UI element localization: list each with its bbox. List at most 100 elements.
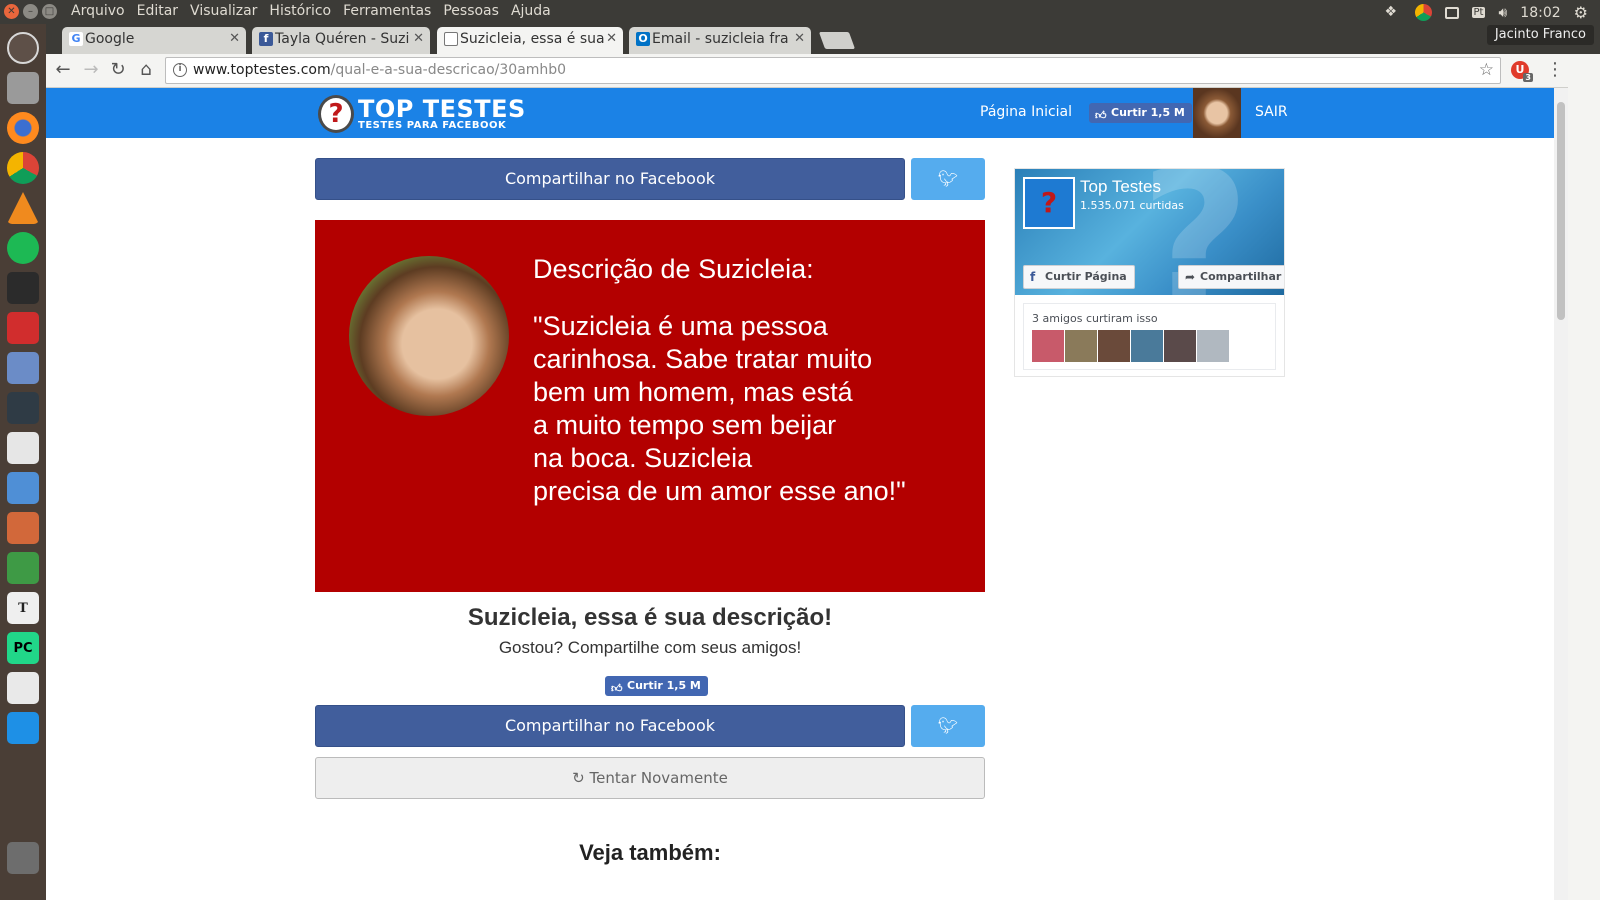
gear-icon[interactable]: ⚙ [1574,3,1588,22]
spotify-icon[interactable] [7,232,39,264]
site-header: ? TOP TESTES TESTES PARA FACEBOOK Página… [46,88,1554,138]
page-scrollbar[interactable] [1554,88,1568,900]
tab-active-result[interactable]: Suzicleia, essa é sua ✕ [437,27,623,54]
tab-email[interactable]: O Email - suzicleia fra ✕ [629,27,811,54]
fb-page-cover[interactable]: ? ? Top Testes 1.535.071 curtidas f Curt… [1015,169,1284,295]
menu-pessoas[interactable]: Pessoas [443,3,499,19]
forward-icon[interactable]: → [79,59,103,80]
text-editor-icon[interactable] [7,432,39,464]
friend-avatar[interactable] [1164,330,1196,362]
friend-avatar[interactable] [1065,330,1097,362]
menu-historico[interactable]: Histórico [269,3,331,19]
profile-button[interactable]: Jacinto Franco [1486,25,1594,45]
outlook-icon: O [636,32,650,46]
friend-avatar[interactable] [1131,330,1163,362]
window-close-icon[interactable]: ✕ [4,4,19,19]
keyboard-layout-indicator[interactable]: Pt [1471,7,1486,18]
window-minimize-icon[interactable]: – [23,4,38,19]
close-icon[interactable]: ✕ [229,27,240,51]
back-icon[interactable]: ← [51,59,75,80]
close-icon[interactable]: ✕ [606,27,617,51]
twitter-icon: 🐦︎ [937,716,959,735]
friend-avatar[interactable] [1032,330,1064,362]
new-tab-button[interactable] [818,32,856,49]
volume-icon[interactable]: 🔊︎ [1498,5,1507,21]
fb-page-name[interactable]: Top Testes [1080,177,1161,197]
close-icon[interactable]: ✕ [413,27,424,51]
fb-like-page-button[interactable]: f Curtir Página [1023,265,1135,289]
scrollbar-thumb[interactable] [1557,102,1565,320]
chrome-icon[interactable] [7,152,39,184]
browser-tab-strip: G Google ✕ f Tayla Quéren - Suzi ✕ Suzic… [46,24,1600,54]
profile-photo [349,256,509,416]
window-maximize-icon[interactable]: □ [42,4,57,19]
share-twitter-button[interactable]: 🐦︎ [911,158,985,200]
page-icon [444,32,458,46]
clock[interactable]: 18:02 [1520,5,1560,21]
tab-title: Suzicleia, essa é sua [460,31,605,47]
share-twitter-button-bottom[interactable]: 🐦︎ [911,705,985,747]
window-controls: ✕ – □ [4,4,57,19]
texmaker-icon[interactable]: T [7,592,39,624]
user-avatar[interactable] [1193,88,1241,138]
fb-page-avatar[interactable]: ? [1023,177,1075,229]
firefox-icon[interactable] [7,112,39,144]
menu-visualizar[interactable]: Visualizar [190,3,257,19]
tab-google[interactable]: G Google ✕ [62,27,246,54]
retry-label: Tentar Novamente [589,769,728,787]
retry-button[interactable]: ↻ Tentar Novamente [315,757,985,799]
share-facebook-button[interactable]: Compartilhar no Facebook [315,158,905,200]
site-logo[interactable]: ? TOP TESTES TESTES PARA FACEBOOK [318,93,526,135]
url-host: www.toptestes.com [193,62,331,78]
menu-ferramentas[interactable]: Ferramentas [343,3,431,19]
menu-editar[interactable]: Editar [137,3,178,19]
facebook-page-plugin: ? ? Top Testes 1.535.071 curtidas f Curt… [1014,168,1285,377]
friend-avatar[interactable] [1197,330,1229,362]
content-like-button[interactable]: 👍︎ Curtir 1,5 M [605,676,708,696]
friend-avatar[interactable] [1098,330,1130,362]
menu-ajuda[interactable]: Ajuda [511,3,551,19]
result-title: Suzicleia, essa é sua descrição! [467,604,833,631]
question-mark-logo-icon: ? [318,95,354,133]
ubuntu-dash-icon[interactable] [7,32,39,64]
header-like-button[interactable]: 👍︎ Curtir 1,5 M [1089,103,1192,123]
app-icon[interactable] [7,272,39,304]
document-viewer-icon[interactable] [7,672,39,704]
reload-icon[interactable]: ↻ [106,59,130,80]
home-icon[interactable]: ⌂ [134,59,158,80]
virtualbox-icon[interactable] [7,352,39,384]
thumbs-up-icon: 👍︎ [611,682,623,695]
calc-icon[interactable] [7,552,39,584]
pycharm-icon[interactable]: PC [7,632,39,664]
folder-icon[interactable] [7,712,39,744]
writer-icon[interactable] [7,472,39,504]
fb-share-button[interactable]: ➦ Compartilhar [1178,265,1284,289]
like-label: Curtir 1,5 M [1111,106,1185,119]
thumbs-up-icon: 👍︎ [1095,109,1107,122]
menu-arquivo[interactable]: Arquivo [71,3,125,19]
facebook-icon: f [259,32,273,46]
tab-title: Google [85,31,135,47]
adblock-extension-icon[interactable]: U3 [1511,61,1533,82]
fb-friends-box: 3 amigos curtiram isso [1023,303,1276,370]
share-facebook-button-bottom[interactable]: Compartilhar no Facebook [315,705,905,747]
bookmark-star-icon[interactable]: ☆ [1479,58,1494,83]
tab-facebook[interactable]: f Tayla Quéren - Suzi ✕ [252,27,430,54]
files-icon[interactable] [7,72,39,104]
mendeley-icon[interactable] [7,312,39,344]
terminal-icon[interactable] [7,392,39,424]
chrome-menu-icon[interactable]: ⋮ [1546,59,1564,80]
dropbox-icon[interactable]: ❖ [1385,4,1402,21]
impress-icon[interactable] [7,512,39,544]
trash-icon[interactable] [7,842,39,874]
notification-icon[interactable] [1444,6,1459,19]
logout-link[interactable]: SAIR [1255,104,1288,120]
address-bar[interactable]: i www.toptestes.com/qual-e-a-sua-descric… [165,57,1501,84]
chrome-tray-icon[interactable] [1414,4,1432,21]
result-subtitle: Gostou? Compartilhe com seus amigos! [498,638,802,657]
vlc-icon[interactable] [7,192,39,224]
close-icon[interactable]: ✕ [794,27,805,51]
info-icon[interactable]: i [173,63,187,77]
web-page: ? TOP TESTES TESTES PARA FACEBOOK Página… [46,88,1554,900]
nav-home-link[interactable]: Página Inicial [980,104,1072,120]
